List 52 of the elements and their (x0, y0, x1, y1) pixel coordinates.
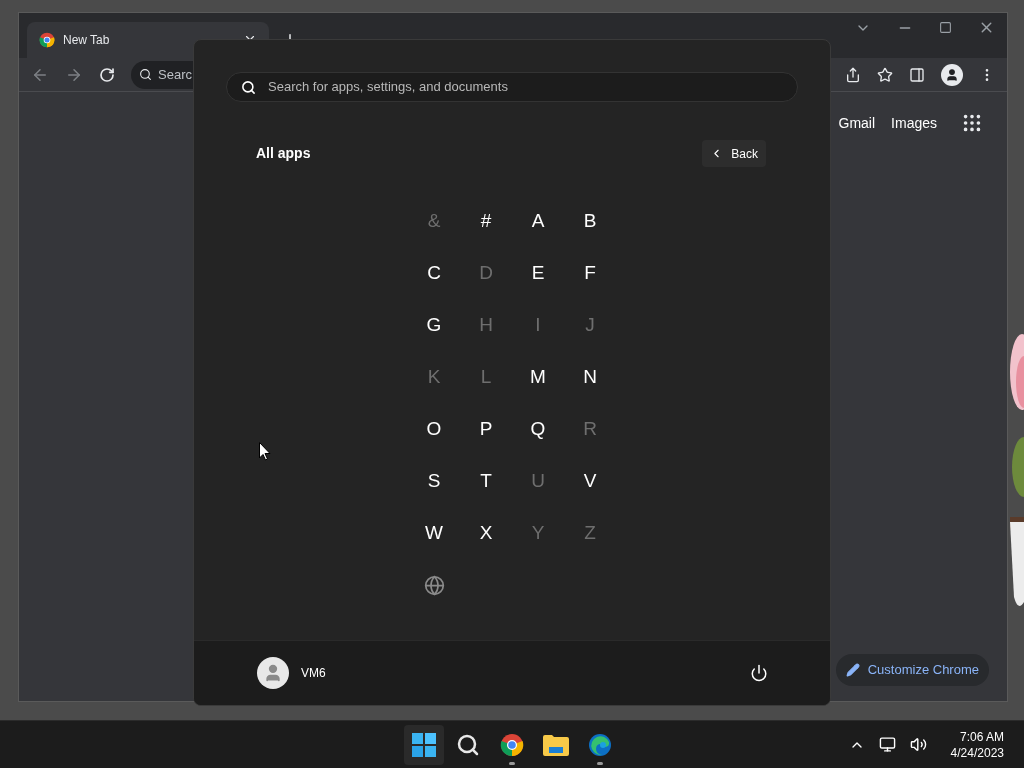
letter-index-button[interactable]: W (414, 513, 454, 553)
letter-index-button[interactable]: T (466, 461, 506, 501)
user-avatar[interactable] (257, 657, 289, 689)
letter-index-button[interactable]: Q (518, 409, 558, 449)
side-panel-icon[interactable] (909, 66, 925, 83)
volume-icon[interactable] (909, 736, 927, 753)
search-icon (456, 732, 480, 757)
letter-index-button[interactable]: C (414, 253, 454, 293)
power-icon[interactable] (750, 664, 768, 682)
letter-index-button[interactable]: S (414, 461, 454, 501)
header-link[interactable]: Images (891, 112, 937, 134)
clock[interactable]: 7:06 AM 4/24/2023 (950, 728, 1004, 761)
letter-index-button[interactable]: G (414, 305, 454, 345)
letter-index-button[interactable]: P (466, 409, 506, 449)
tab-title: New Tab (63, 32, 111, 49)
letter-index-button[interactable]: X (466, 513, 506, 553)
customize-chrome-button[interactable]: Customize Chrome (835, 654, 989, 686)
maximize-icon[interactable] (939, 21, 952, 34)
chrome-logo-icon (500, 732, 524, 757)
chrome-logo-icon (39, 32, 55, 48)
back-button[interactable]: Back (702, 140, 766, 167)
share-icon[interactable] (845, 66, 861, 83)
bookmark-star-icon[interactable] (877, 66, 893, 83)
profile-avatar[interactable] (941, 63, 963, 86)
all-apps-heading: All apps (256, 144, 311, 163)
letter-index-button[interactable]: V (570, 461, 610, 501)
address-placeholder: Searc (158, 65, 192, 84)
edge-logo-icon (588, 732, 612, 757)
letter-index-button[interactable]: M (518, 357, 558, 397)
clock-time: 7:06 AM (959, 728, 1004, 745)
letter-index-button[interactable]: B (570, 201, 610, 241)
reload-icon[interactable] (99, 66, 115, 83)
user-name[interactable]: VM6 (301, 664, 326, 682)
letter-index-button[interactable]: F (570, 253, 610, 293)
mouse-cursor-icon (259, 442, 271, 461)
search-icon (241, 79, 256, 95)
globe-icon[interactable] (423, 574, 445, 596)
letter-index-button[interactable]: A (518, 201, 558, 241)
taskbar-app-button[interactable] (404, 724, 444, 765)
folder-icon (543, 733, 569, 756)
search-placeholder: Search for apps, settings, and documents (268, 78, 508, 97)
apps-grid-icon[interactable] (961, 112, 983, 134)
start-search-field[interactable]: Search for apps, settings, and documents (226, 72, 798, 102)
header-link[interactable]: Gmail (838, 112, 876, 134)
letter-index-button[interactable]: N (570, 357, 610, 397)
clock-date: 4/24/2023 (950, 744, 1004, 761)
letter-index-button[interactable]: O (414, 409, 454, 449)
letter-index-button[interactable]: # (466, 201, 506, 241)
windows-logo-icon (412, 732, 436, 757)
letter-index-button[interactable]: E (518, 253, 558, 293)
pencil-icon (845, 663, 860, 677)
search-icon (139, 68, 152, 81)
